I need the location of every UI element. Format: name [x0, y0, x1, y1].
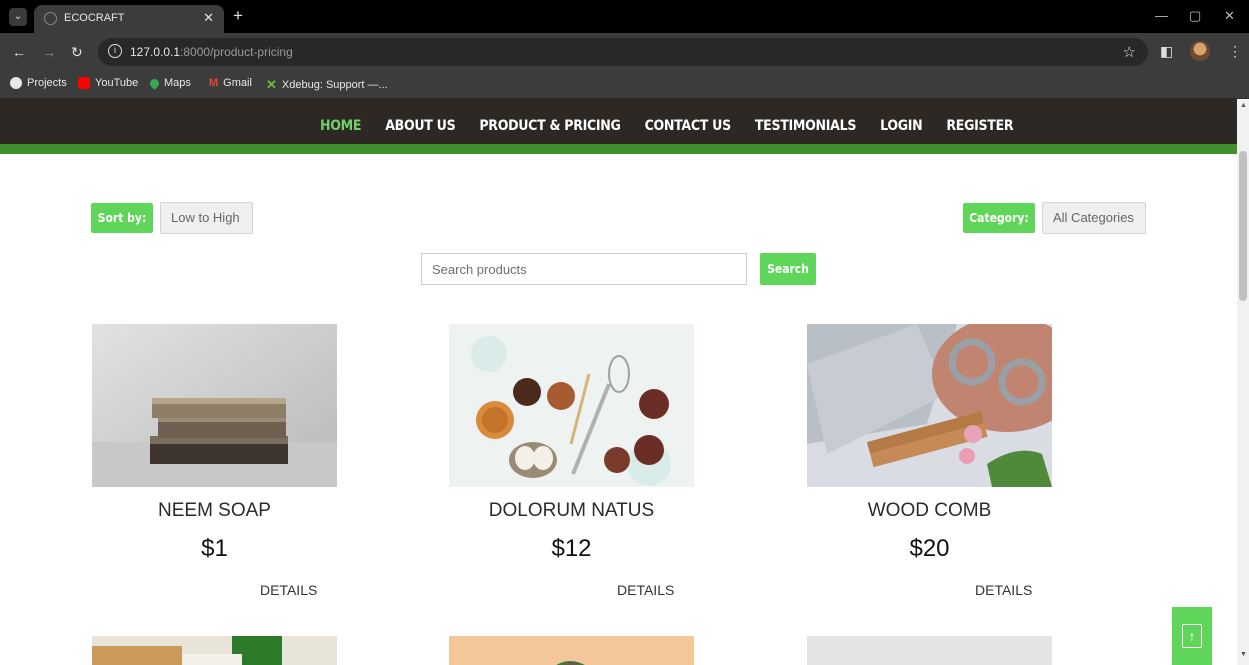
bookmark-xdebug[interactable]: ✕ Xdebug: Support —... [266, 77, 388, 93]
browser-tab[interactable]: ECOCRAFT ✕ [34, 5, 224, 33]
details-link[interactable]: DETAILS [975, 582, 1032, 598]
bookmarks-bar: Projects YouTube Maps M Gmail ✕ Xdebug: … [0, 71, 1249, 99]
product-price: $12 [551, 535, 592, 562]
bookmark-youtube[interactable]: YouTube [78, 77, 138, 89]
nav-about-us[interactable]: ABOUT US [385, 118, 455, 134]
url-text: 127.0.0.1:8000/product-pricing [130, 45, 293, 59]
sort-select[interactable]: Low to High [160, 202, 253, 234]
profile-avatar[interactable] [1190, 41, 1210, 61]
search-button[interactable]: Search [760, 253, 816, 285]
product-card: NEEM SOAP $1 DETAILS [92, 324, 337, 604]
scroll-thumb[interactable] [1239, 151, 1247, 301]
nav-register[interactable]: REGISTER [946, 118, 1013, 134]
product-card: WOOD COMB $20 DETAILS [807, 324, 1052, 604]
gmail-icon: M [209, 77, 219, 89]
bookmark-maps[interactable]: Maps [148, 76, 191, 90]
side-panel-icon[interactable]: ◧ [1160, 43, 1173, 60]
nav-product-pricing[interactable]: PRODUCT & PRICING [479, 118, 621, 134]
nav-contact-us[interactable]: CONTACT US [645, 118, 732, 134]
tab-title: ECOCRAFT [64, 12, 125, 24]
product-price: $20 [909, 535, 950, 562]
restore-icon[interactable]: ▢ [1189, 8, 1201, 24]
page-scrollbar[interactable]: ▲ ▼ [1237, 99, 1249, 665]
sort-by-label: Sort by: [91, 203, 153, 233]
address-bar[interactable]: i 127.0.0.1:8000/product-pricing ☆ [98, 38, 1148, 66]
scroll-up-icon[interactable]: ▲ [1240, 102, 1247, 109]
category-select[interactable]: All Categories [1042, 202, 1146, 234]
details-link[interactable]: DETAILS [617, 582, 674, 598]
site-info-icon[interactable]: i [108, 44, 122, 58]
scroll-down-icon[interactable]: ▼ [1240, 651, 1247, 658]
window-close-icon[interactable]: ✕ [1224, 8, 1235, 24]
forward-arrow-icon[interactable]: → [42, 44, 56, 60]
tab-favicon-icon [44, 12, 57, 25]
kebab-menu-icon[interactable]: ⋮ [1228, 43, 1242, 60]
product-name: NEEM SOAP [158, 500, 271, 521]
back-arrow-icon[interactable]: ← [12, 44, 26, 60]
category-label: Category: [963, 203, 1035, 233]
bookmark-star-icon[interactable]: ☆ [1123, 43, 1136, 61]
search-input[interactable] [421, 253, 747, 285]
neem-soap-image[interactable] [92, 324, 337, 487]
tab-search-chevron-icon[interactable]: ⌄ [9, 8, 27, 26]
maps-pin-icon [148, 76, 161, 90]
dolorum-natus-image[interactable] [449, 324, 694, 487]
arrow-up-icon: ↑ [1182, 624, 1202, 648]
globe-icon [10, 77, 22, 89]
product-name: WOOD COMB [867, 500, 992, 521]
product-price: $1 [201, 535, 228, 562]
youtube-icon [78, 77, 90, 89]
minimize-icon[interactable]: — [1155, 8, 1168, 23]
tab-close-icon[interactable]: ✕ [203, 10, 214, 26]
back-to-top-button[interactable]: ↑ [1172, 607, 1212, 665]
details-link[interactable]: DETAILS [260, 582, 317, 598]
browser-tab-bar: ⌄ ECOCRAFT ✕ + — ▢ ✕ [0, 0, 1249, 33]
product-image-partial[interactable] [449, 636, 694, 665]
xdebug-icon: ✕ [266, 77, 277, 92]
wood-comb-image[interactable] [807, 324, 1052, 487]
bookmark-gmail[interactable]: M Gmail [209, 77, 252, 89]
product-image-partial[interactable] [92, 636, 337, 665]
site-navbar: HOME ABOUT US PRODUCT & PRICING CONTACT … [0, 99, 1237, 154]
product-name: DOLORUM NATUS [488, 500, 655, 521]
nav-testimonials[interactable]: TESTIMONIALS [755, 118, 857, 134]
product-image-partial[interactable] [807, 636, 1052, 665]
product-card: DOLORUM NATUS $12 DETAILS [449, 324, 694, 604]
nav-login[interactable]: LOGIN [880, 118, 923, 134]
new-tab-plus-icon[interactable]: + [233, 6, 243, 26]
page-viewport: HOME ABOUT US PRODUCT & PRICING CONTACT … [0, 99, 1237, 665]
nav-links: HOME ABOUT US PRODUCT & PRICING CONTACT … [320, 118, 1014, 134]
browser-toolbar: ← → ↻ i 127.0.0.1:8000/product-pricing ☆… [0, 33, 1249, 71]
nav-home[interactable]: HOME [320, 118, 362, 134]
bookmark-projects[interactable]: Projects [10, 77, 67, 89]
reload-icon[interactable]: ↻ [71, 44, 83, 61]
